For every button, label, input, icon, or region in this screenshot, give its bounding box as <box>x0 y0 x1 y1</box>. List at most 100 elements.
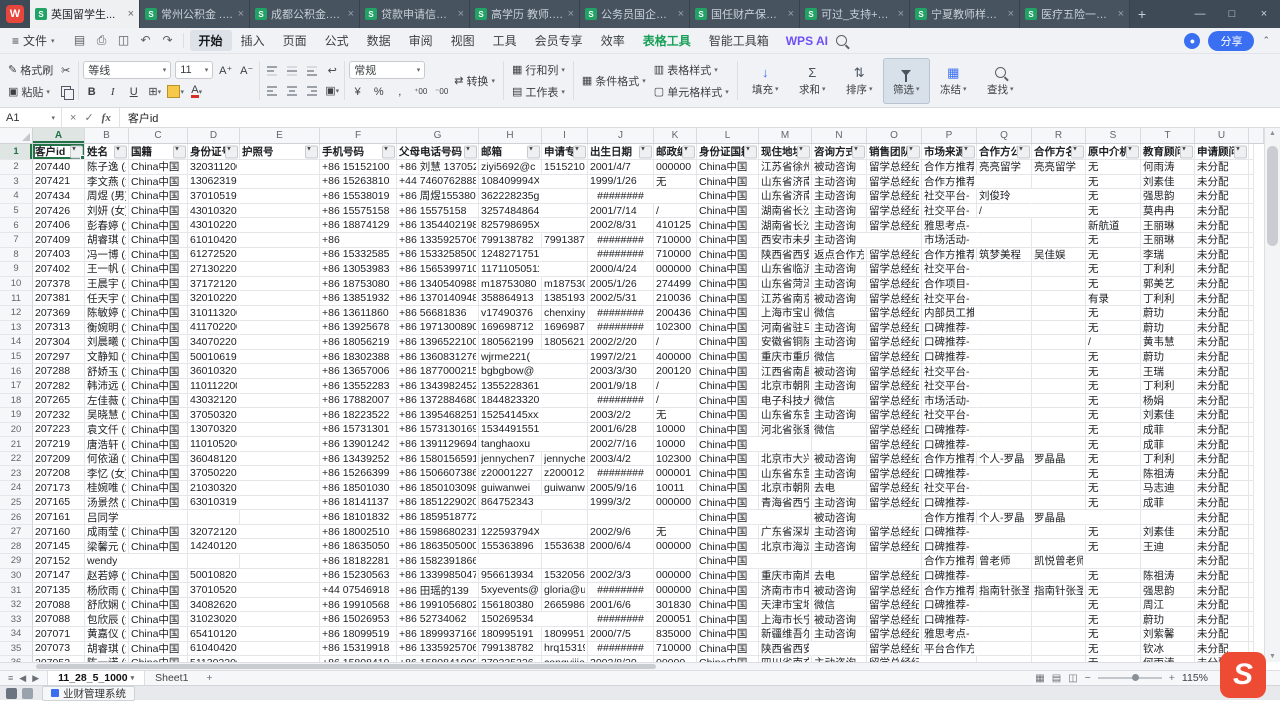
row-number[interactable]: 8 <box>0 248 33 263</box>
zoom-slider[interactable] <box>1098 677 1162 679</box>
cell[interactable]: China中国 <box>697 569 759 584</box>
cell[interactable]: China中国 <box>697 306 759 321</box>
cell[interactable]: 主动咨询 <box>812 218 867 233</box>
column-letter-N[interactable]: N <box>812 128 867 143</box>
add-sheet-button[interactable]: + <box>198 672 220 684</box>
currency-button[interactable]: ¥ <box>349 83 366 100</box>
cell[interactable]: China中国 <box>129 569 188 584</box>
cell[interactable]: 罗晶晶 <box>1032 510 1086 525</box>
cell[interactable] <box>542 364 588 379</box>
cell[interactable]: / <box>654 379 697 394</box>
share-button[interactable]: 分享 <box>1208 31 1254 51</box>
cell[interactable]: 合作方推荐 <box>922 248 977 263</box>
cell[interactable]: 无 <box>1086 525 1141 540</box>
cell[interactable]: 835000 <box>654 627 697 642</box>
wps-ai-button[interactable]: WPS AI <box>778 34 836 48</box>
cell[interactable]: 207173 <box>33 481 85 496</box>
percent-button[interactable]: % <box>370 83 387 100</box>
cell[interactable]: China中国 <box>129 452 188 467</box>
cell[interactable] <box>240 496 320 511</box>
cell[interactable] <box>977 233 1032 248</box>
cell[interactable]: 无 <box>1086 612 1141 627</box>
cell[interactable]: 口碑推荐- <box>922 612 977 627</box>
cell[interactable]: 未分配 <box>1195 364 1249 379</box>
cell[interactable]: 未分配 <box>1195 321 1249 336</box>
cell[interactable]: 梁馨元 (女 <box>85 539 129 554</box>
排序-button[interactable]: 排序▾ <box>836 58 883 104</box>
cell[interactable] <box>977 321 1032 336</box>
cell[interactable]: 吕同学 <box>85 510 129 525</box>
cell[interactable]: 2002/5/31 <box>588 291 654 306</box>
cell[interactable]: +86 1991056802 <box>397 598 479 613</box>
align-middle-icon[interactable] <box>284 63 300 79</box>
cell[interactable]: 未分配 <box>1195 160 1249 175</box>
cell[interactable]: 留学总经纪 <box>867 612 922 627</box>
cell[interactable]: +86 1343982452 <box>397 379 479 394</box>
cell[interactable] <box>1032 612 1086 627</box>
cell[interactable] <box>1032 204 1086 219</box>
cell[interactable]: 舒娇玉 (女 <box>85 364 129 379</box>
cell[interactable]: 340702200202202520 <box>188 335 240 350</box>
cell[interactable]: 未分配 <box>1195 569 1249 584</box>
cell[interactable]: 口碑推荐- <box>922 525 977 540</box>
cell[interactable] <box>812 642 867 657</box>
cell[interactable] <box>759 510 812 525</box>
cell[interactable]: 青海省西宁 <box>759 496 812 511</box>
row-number[interactable]: 5 <box>0 204 33 219</box>
cell[interactable]: 未分配 <box>1195 612 1249 627</box>
cell[interactable]: 2001/6/6 <box>588 598 654 613</box>
cell[interactable] <box>542 437 588 452</box>
cell[interactable]: 000000 <box>654 583 697 598</box>
cell[interactable] <box>240 248 320 263</box>
file-tab[interactable]: S公务员国企事业单...× <box>580 0 690 28</box>
cell[interactable]: 未分配 <box>1195 350 1249 365</box>
cell[interactable] <box>977 539 1032 554</box>
cut-button[interactable]: ✂ <box>57 62 74 79</box>
cell[interactable]: 安徽省铜陵 <box>759 335 812 350</box>
tab-close-icon[interactable]: × <box>348 8 354 20</box>
cell[interactable]: v17490376 <box>479 306 542 321</box>
row-number[interactable]: 12 <box>0 306 33 321</box>
cell[interactable] <box>977 423 1032 438</box>
cell[interactable]: 156180380 <box>479 598 542 613</box>
cell[interactable]: +86 <box>320 233 397 248</box>
header-cell-M[interactable]: 现住地址▼ <box>759 144 812 160</box>
header-cell-H[interactable]: 邮箱▼ <box>479 144 542 160</box>
header-cell-I[interactable]: 申请专用▼ <box>542 144 588 160</box>
new-tab-button[interactable]: + <box>1130 0 1154 28</box>
cell[interactable]: tanghaoxu <box>479 437 542 452</box>
cell[interactable]: 122593794XXX@163. <box>479 525 542 540</box>
cell[interactable]: China中国 <box>697 160 759 175</box>
cell[interactable]: +44 07546918 <box>320 583 397 598</box>
cell[interactable]: 320721200209060081 <box>188 525 240 540</box>
cell[interactable]: China中国 <box>129 466 188 481</box>
cell[interactable]: 丁利利 <box>1141 291 1195 306</box>
cell[interactable]: 207403 <box>33 248 85 263</box>
filter-dropdown-icon[interactable]: ▼ <box>907 145 920 158</box>
cell[interactable]: 207152 <box>33 554 85 569</box>
cell[interactable]: China中国 <box>129 627 188 642</box>
cell[interactable]: 凯悦曾老师 <box>1032 554 1086 569</box>
cell[interactable]: 主动咨询 <box>812 277 867 292</box>
cell[interactable] <box>977 335 1032 350</box>
cell[interactable]: 207145 <box>33 539 85 554</box>
file-tab[interactable]: S常州公积金 .xlsx× <box>140 0 250 28</box>
cell[interactable]: 207135 <box>33 583 85 598</box>
cell[interactable] <box>1032 291 1086 306</box>
cell[interactable]: 左佳薇 (女 <box>85 394 129 409</box>
cell[interactable]: 去电 <box>812 569 867 584</box>
cell[interactable]: 2002/7/16 <box>588 437 654 452</box>
cell[interactable]: +86 18182281 <box>320 554 397 569</box>
filter-dropdown-icon[interactable]: ▼ <box>305 145 318 158</box>
cell[interactable]: 无 <box>1086 408 1141 423</box>
cell[interactable]: +86 1850103098 <box>397 481 479 496</box>
menu-item-表格工具[interactable]: 表格工具 <box>634 30 700 51</box>
header-cell-L[interactable]: 身份证国籍▼ <box>697 144 759 160</box>
cell[interactable]: +86 18302388 <box>320 350 397 365</box>
cell[interactable]: 180562199 <box>542 335 588 350</box>
cell[interactable] <box>977 481 1032 496</box>
cell[interactable] <box>1032 218 1086 233</box>
header-cell-A[interactable]: 客户id▼ <box>33 144 85 160</box>
cell[interactable]: 李忆 (女) <box>85 466 129 481</box>
cell[interactable]: 江苏省南京 <box>759 291 812 306</box>
